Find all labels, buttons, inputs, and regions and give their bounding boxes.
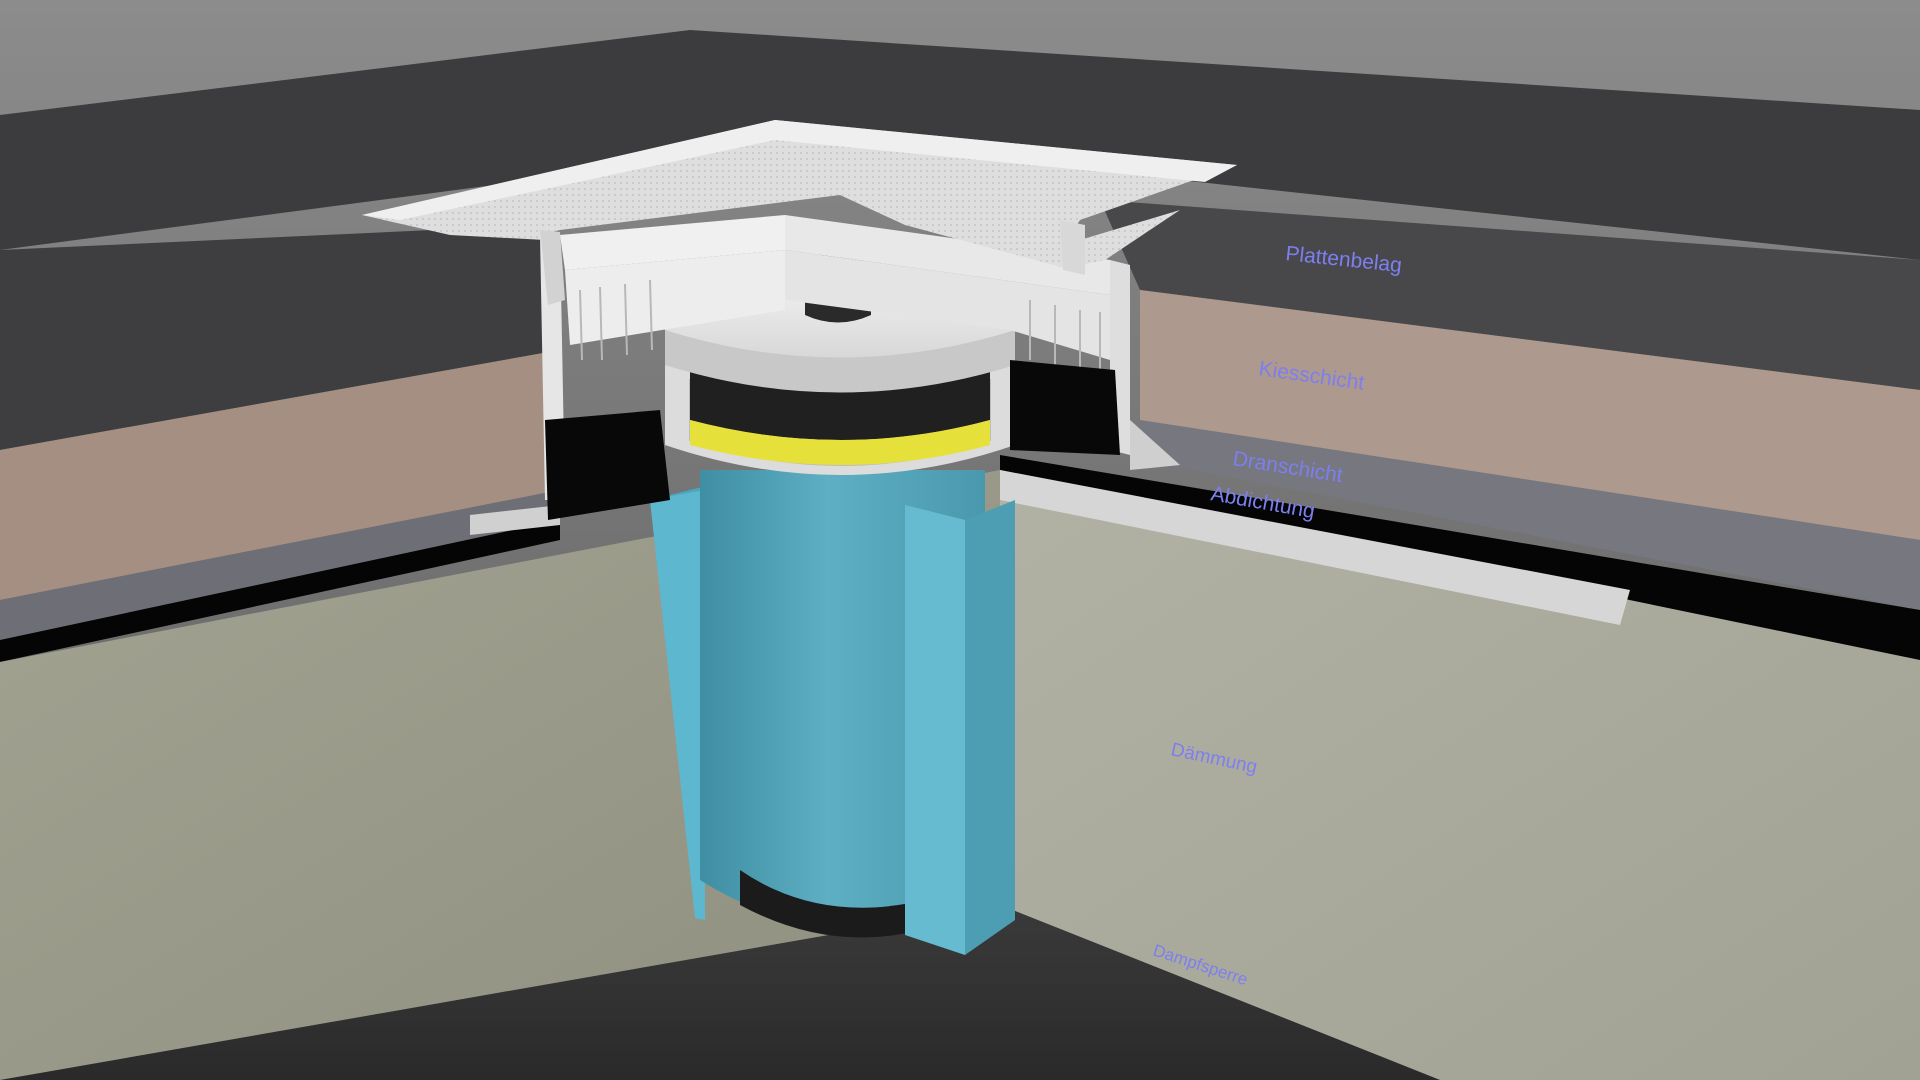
inner-gap-right [1010, 360, 1120, 455]
flat-roof-drain-cutaway: Plattenbelag Kiesschicht Dranschicht Abd… [0, 0, 1920, 1080]
drain-fin-right [905, 505, 965, 955]
cutaway-illustration: Plattenbelag Kiesschicht Dranschicht Abd… [0, 0, 1920, 1080]
